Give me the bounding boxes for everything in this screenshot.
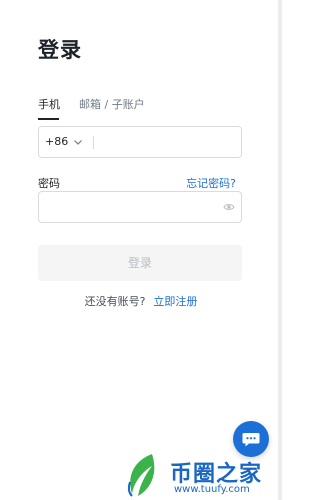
watermark-url: www.tuufy.com [174,484,250,495]
forgot-password-link[interactable]: 忘记密码? [186,175,236,191]
login-button[interactable]: 登录 [38,245,242,281]
watermark: 币圈之家 www.tuufy.com [118,452,282,498]
eye-icon[interactable] [223,201,235,213]
country-code-select[interactable]: +86 [45,135,68,148]
signup-row: 还没有账号? 立即注册 [0,293,282,309]
password-label: 密码 [38,177,60,190]
field-divider [93,136,94,149]
tab-active-indicator [38,118,59,120]
leaf-logo-icon [127,454,155,497]
tab-email-subaccount[interactable]: 邮箱 / 子账户 [79,96,145,112]
no-account-text: 还没有账号? [84,295,146,308]
register-link[interactable]: 立即注册 [153,295,197,308]
page-scroll-edge [278,0,282,500]
tab-phone[interactable]: 手机 [38,96,60,112]
phone-field[interactable]: +86 [38,126,242,158]
page-title: 登录 [38,38,82,62]
password-field[interactable] [38,191,242,223]
chevron-down-icon[interactable] [72,136,84,148]
chat-bubble-icon [242,433,260,447]
